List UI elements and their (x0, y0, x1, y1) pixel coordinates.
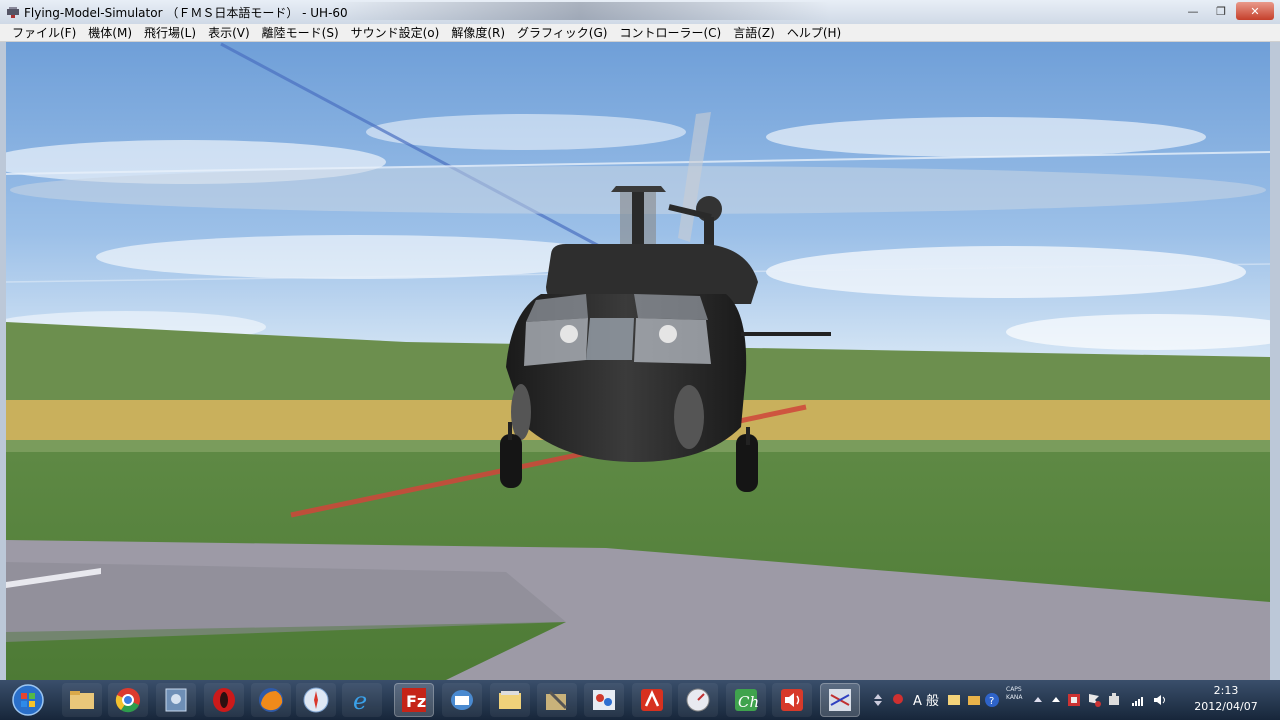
svg-text:?: ? (989, 696, 994, 707)
show-hidden-icons[interactable] (1048, 692, 1064, 708)
clock-time: 2:13 (1213, 684, 1239, 697)
simulator-viewport[interactable] (6, 42, 1270, 680)
window-title: Flying-Model-Simulator （ＦＭＳ日本語モード） - UH-… (24, 6, 348, 20)
system-tray: A 般 ? CAPS KANA (874, 680, 1180, 720)
ime-options-icon[interactable] (1030, 692, 1046, 708)
svg-text:e: e (353, 687, 367, 713)
caps-indicator: CAPS KANA (1006, 686, 1023, 702)
clock-date: 2012/04/07 (1194, 700, 1258, 713)
menu-view[interactable]: 表示(V) (202, 24, 256, 42)
help-icon[interactable]: ? (984, 692, 1000, 708)
ime-tool-icon[interactable] (966, 692, 982, 708)
chrome-icon[interactable] (108, 683, 148, 717)
title-bar: Flying-Model-Simulator （ＦＭＳ日本語モード） - UH-… (0, 0, 1280, 24)
menu-airfield[interactable]: 飛行場(L) (138, 24, 202, 42)
signal-icon[interactable] (1130, 692, 1146, 708)
ie-icon[interactable]: e (342, 683, 382, 717)
kana-label: KANA (1006, 694, 1023, 701)
editor-icon[interactable]: Ch (726, 683, 766, 717)
explorer-icon[interactable] (62, 683, 102, 717)
ime-dictionary-icon[interactable] (946, 692, 962, 708)
menu-bar: ファイル(F) 機体(M) 飛行場(L) 表示(V) 離陸モード(S) サウンド… (0, 24, 1280, 42)
acrobat-icon[interactable] (632, 683, 672, 717)
start-orb-icon[interactable] (8, 682, 48, 718)
close-button[interactable]: ✕ (1236, 2, 1274, 20)
opera-icon[interactable] (204, 683, 244, 717)
svg-text:Fz: Fz (406, 692, 426, 711)
fms-icon[interactable] (820, 683, 860, 717)
app-icon[interactable] (156, 683, 196, 717)
menu-takeoff-mode[interactable]: 離陸モード(S) (256, 24, 345, 42)
audio-icon[interactable] (772, 683, 812, 717)
maximize-button[interactable]: ❐ (1208, 2, 1234, 20)
window-frame-right (1270, 42, 1280, 680)
balloon-icon[interactable] (890, 692, 906, 708)
power-icon[interactable] (1106, 692, 1122, 708)
scene-3d (6, 42, 1270, 680)
app-icon (7, 7, 19, 18)
mail-icon[interactable] (442, 683, 482, 717)
safari-icon[interactable] (296, 683, 336, 717)
ime-mode[interactable]: A 般 (913, 690, 939, 709)
folder-icon[interactable] (490, 683, 530, 717)
menu-language[interactable]: 言語(Z) (727, 24, 781, 42)
svg-text:Ch: Ch (738, 693, 759, 711)
caps-label: CAPS (1006, 686, 1022, 693)
speedometer-icon[interactable] (678, 683, 718, 717)
network-icon[interactable] (584, 683, 624, 717)
scroll-arrows-icon[interactable] (870, 692, 886, 708)
taskbar: e Fz Ch A 般 ? CAPS KANA 2:13 2012/04/07 (0, 680, 1280, 720)
menu-file[interactable]: ファイル(F) (6, 24, 82, 42)
security-icon[interactable] (1066, 692, 1082, 708)
volume-icon[interactable] (1152, 692, 1168, 708)
menu-model[interactable]: 機体(M) (82, 24, 138, 42)
filezilla-icon[interactable]: Fz (394, 683, 434, 717)
menu-help[interactable]: ヘルプ(H) (781, 24, 847, 42)
menu-controller[interactable]: コントローラー(C) (613, 24, 727, 42)
tool-icon[interactable] (537, 683, 577, 717)
menu-resolution[interactable]: 解像度(R) (445, 24, 511, 42)
action-center-flag-icon[interactable] (1086, 692, 1102, 708)
clock[interactable]: 2:13 2012/04/07 (1178, 683, 1274, 715)
title-decoration (330, 2, 830, 20)
firefox-icon[interactable] (251, 683, 291, 717)
menu-graphics[interactable]: グラフィック(G) (511, 24, 613, 42)
minimize-button[interactable]: — (1180, 2, 1206, 20)
window-controls: — ❐ ✕ (1180, 2, 1274, 20)
menu-sound-settings[interactable]: サウンド設定(o) (345, 24, 446, 42)
